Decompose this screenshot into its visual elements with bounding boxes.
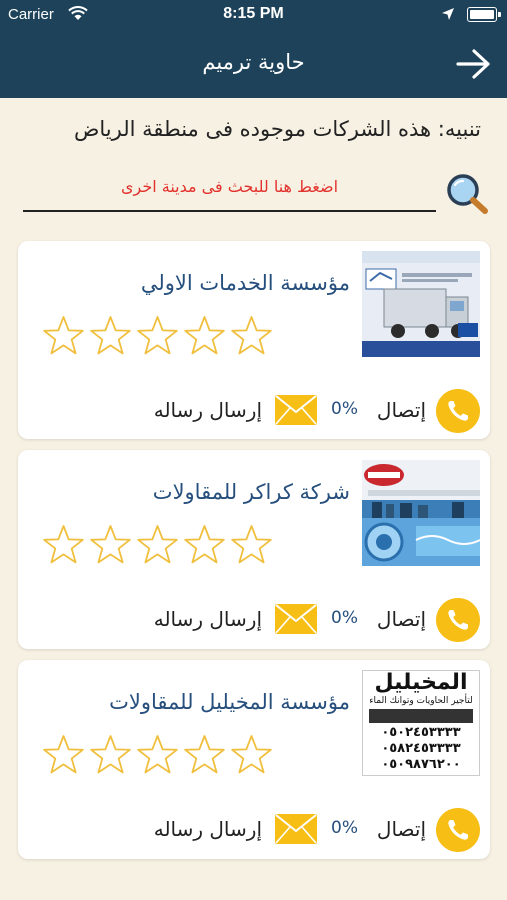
star-outline-icon[interactable] [89, 315, 132, 356]
phone-icon[interactable] [436, 389, 480, 433]
battery-icon [467, 7, 501, 22]
city-search: اضغط هنا للبحث فى مدينة اخرى [20, 170, 490, 218]
percent-value: 0% [331, 399, 358, 419]
rating-stars [42, 315, 273, 356]
percent-value: 0% [331, 818, 358, 838]
call-label[interactable]: إتصال [377, 607, 426, 631]
status-bar: Carrier 8:15 PM [0, 0, 507, 30]
thumbnail-phone-2: ٠٥٨٢٤٥٣٣٣٣ [381, 741, 461, 756]
star-outline-icon[interactable] [136, 524, 179, 565]
star-outline-icon[interactable] [42, 734, 85, 775]
star-outline-icon[interactable] [230, 315, 273, 356]
page-title: حاوية ترميم [202, 50, 305, 74]
star-outline-icon[interactable] [230, 734, 273, 775]
company-name[interactable]: مؤسسة الخدمات الاولي [141, 271, 350, 295]
company-thumbnail [362, 251, 480, 357]
thumbnail-title: المخيليل [374, 670, 468, 695]
star-outline-icon[interactable] [89, 524, 132, 565]
star-outline-icon[interactable] [183, 734, 226, 775]
star-outline-icon[interactable] [136, 734, 179, 775]
star-outline-icon[interactable] [230, 524, 273, 565]
rating-stars [42, 524, 273, 565]
company-card[interactable]: المخيليل لتأجير الحاويات وتوانك الماء ٠٥… [18, 660, 490, 859]
nav-bar: حاوية ترميم [0, 30, 507, 98]
call-label[interactable]: إتصال [377, 817, 426, 841]
send-message-label[interactable]: إرسال رساله [154, 607, 262, 631]
back-arrow-icon[interactable] [455, 47, 491, 81]
phone-icon[interactable] [436, 598, 480, 642]
location-arrow-icon [442, 8, 454, 20]
region-notice: تنبيه: هذه الشركات موجوده فى منطقة الريا… [73, 117, 481, 141]
search-icon[interactable] [444, 172, 490, 214]
star-outline-icon[interactable] [42, 315, 85, 356]
clock: 8:15 PM [223, 5, 284, 22]
rating-stars [42, 734, 273, 775]
star-outline-icon[interactable] [89, 734, 132, 775]
star-outline-icon[interactable] [183, 315, 226, 356]
company-thumbnail: المخيليل لتأجير الحاويات وتوانك الماء ٠٥… [362, 670, 480, 776]
star-outline-icon[interactable] [136, 315, 179, 356]
search-other-city-field[interactable]: اضغط هنا للبحث فى مدينة اخرى [23, 170, 436, 212]
thumbnail-phone-1: ٠٥٠٢٤٥٣٣٣٣ [381, 725, 461, 740]
envelope-icon[interactable] [274, 603, 318, 635]
star-outline-icon[interactable] [183, 524, 226, 565]
company-name[interactable]: شركة كراكر للمقاولات [153, 480, 350, 504]
send-message-label[interactable]: إرسال رساله [154, 817, 262, 841]
thumbnail-truck-strip [369, 709, 473, 723]
company-card[interactable]: شركة كراكر للمقاولات إتصال 0% إرسال رسال… [18, 450, 490, 649]
thumbnail-phone-3: ٠٥٠٩٨٧٦٢٠٠ [381, 757, 461, 772]
thumbnail-subtitle: لتأجير الحاويات وتوانك الماء [369, 696, 473, 706]
envelope-icon[interactable] [274, 813, 318, 845]
call-label[interactable]: إتصال [377, 398, 426, 422]
company-name[interactable]: مؤسسة المخيليل للمقاولات [109, 690, 350, 714]
percent-value: 0% [331, 608, 358, 628]
envelope-icon[interactable] [274, 394, 318, 426]
star-outline-icon[interactable] [42, 524, 85, 565]
company-thumbnail [362, 460, 480, 566]
send-message-label[interactable]: إرسال رساله [154, 398, 262, 422]
company-card[interactable]: مؤسسة الخدمات الاولي إتصال 0% إرسال رسال… [18, 241, 490, 439]
phone-icon[interactable] [436, 808, 480, 852]
